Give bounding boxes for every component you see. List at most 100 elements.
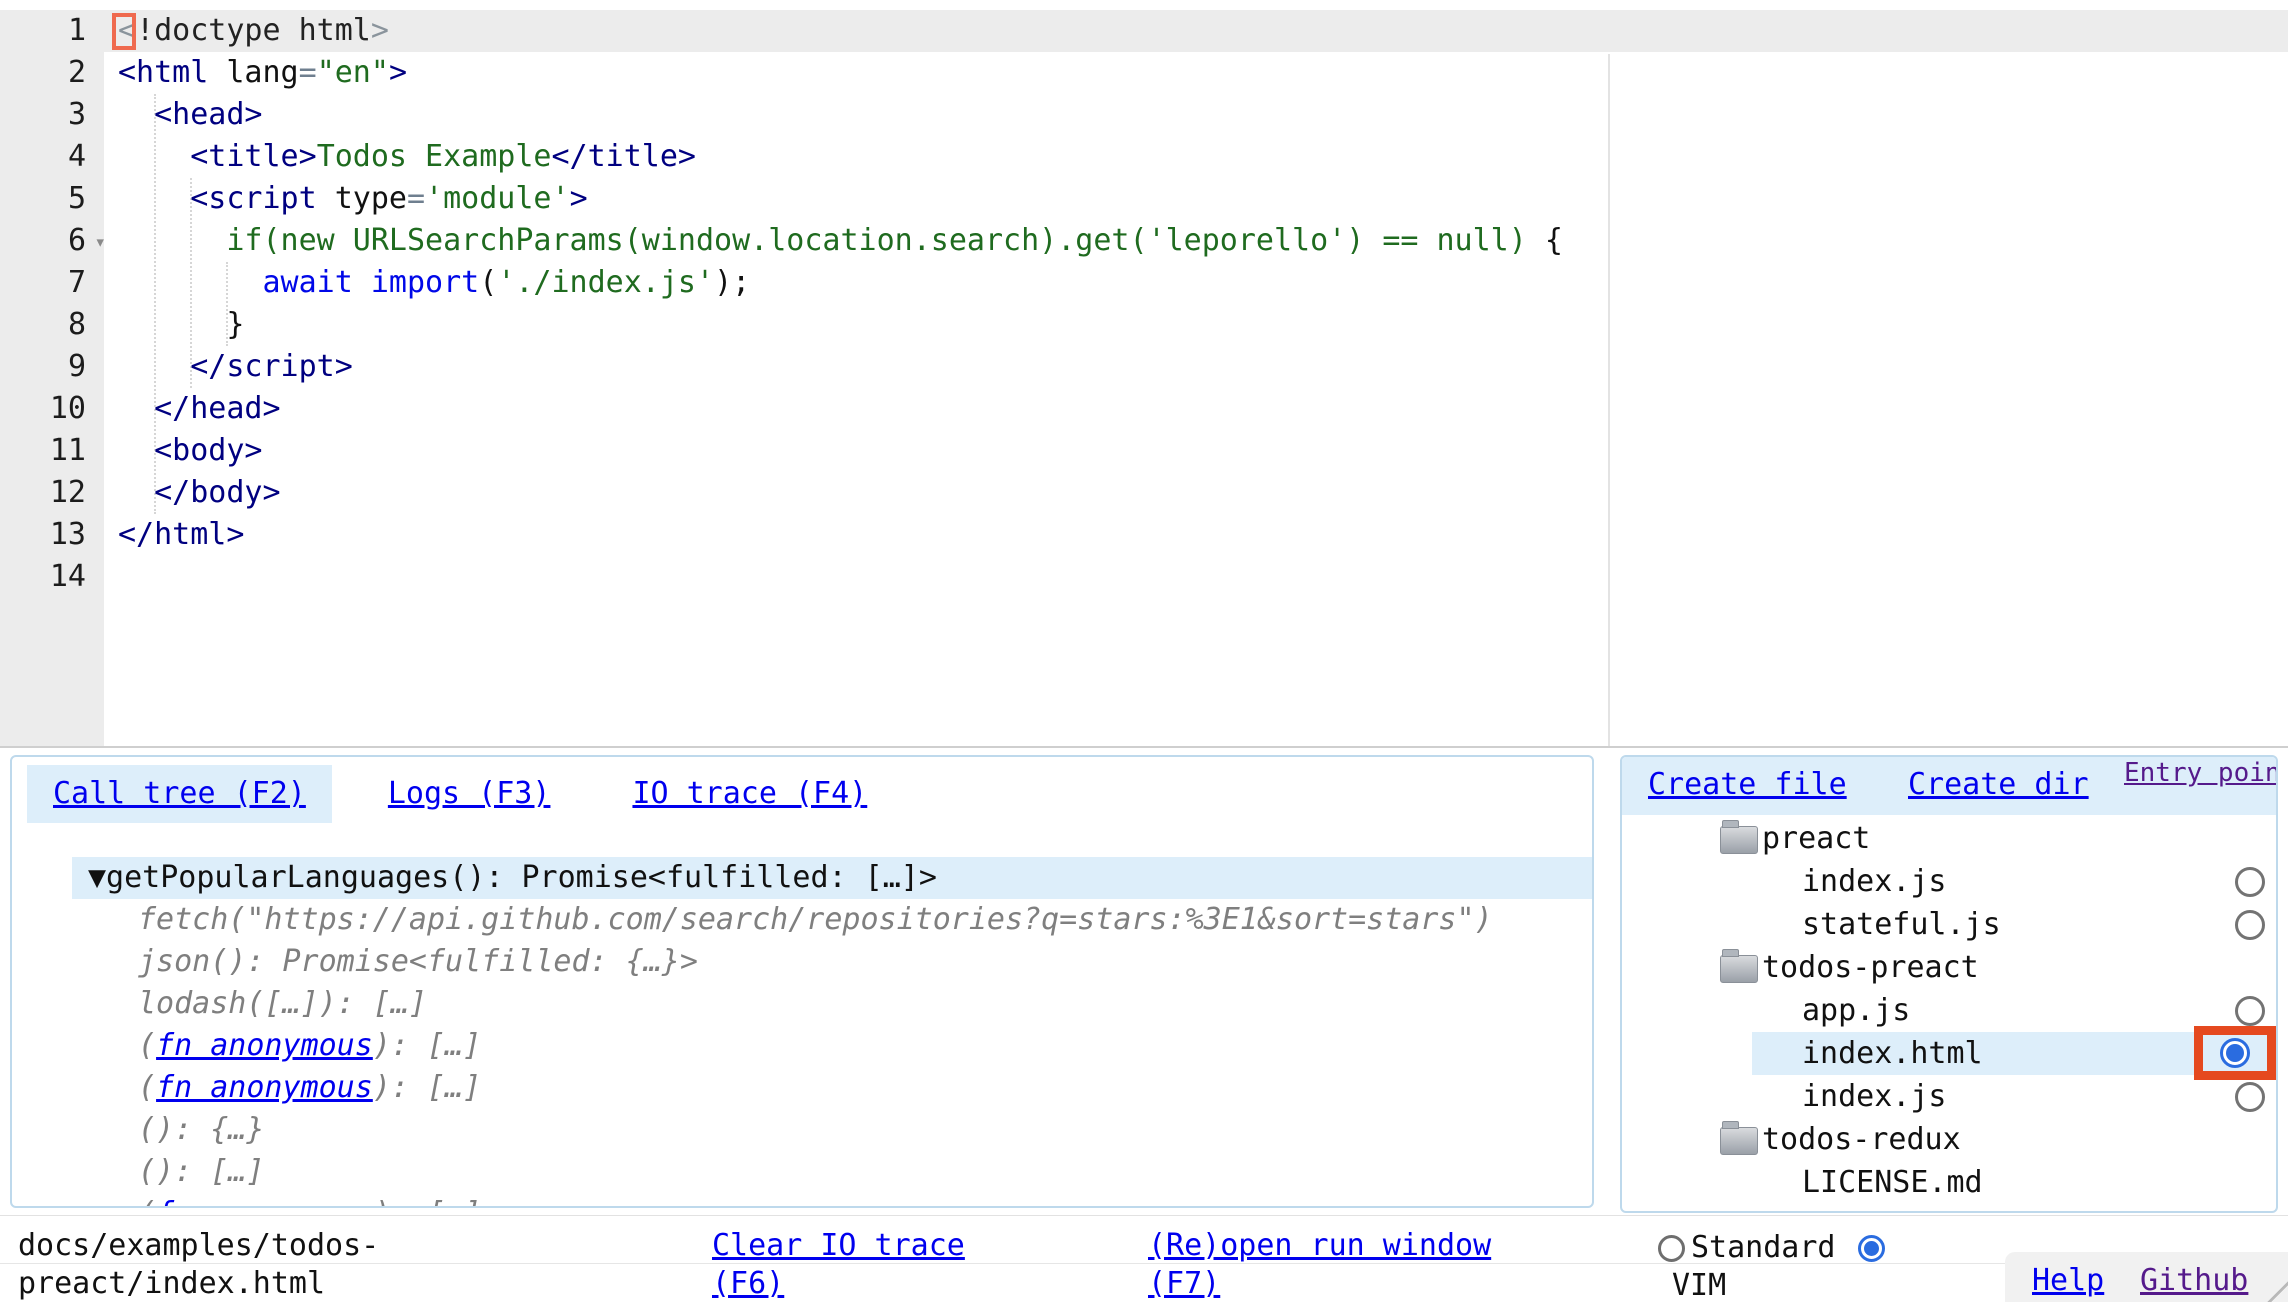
editor-mode-switch: Standard VIM: [1658, 1229, 1885, 1302]
files-panel: Create file Create dir Entry point preac…: [1620, 755, 2278, 1213]
help-link[interactable]: Help: [2032, 1262, 2104, 1300]
code-text: <html lang="en">: [104, 52, 407, 94]
code-line[interactable]: 6▾ if(new URLSearchParams(window.locatio…: [0, 220, 2288, 262]
code-line[interactable]: 1<!doctype html>: [0, 10, 2288, 52]
entry-point-radio-selected[interactable]: [2220, 1038, 2250, 1068]
dir-name: todos-preact: [1762, 946, 1979, 989]
calltree-row[interactable]: (fn anonymous): […]: [12, 1025, 1592, 1067]
code-line[interactable]: 13</html>: [0, 514, 2288, 556]
clear-io-trace-button[interactable]: Clear IO trace (F6): [712, 1227, 992, 1302]
line-number: 4: [0, 136, 104, 178]
line-number: 10: [0, 388, 104, 430]
entry-point-column-header[interactable]: Entry point: [2124, 759, 2264, 787]
tab-call-tree[interactable]: Call tree (F2): [27, 765, 332, 823]
code-text: }: [104, 304, 244, 346]
file-name: index.js: [1802, 1075, 1947, 1118]
line-number: 11: [0, 430, 104, 472]
create-dir-button[interactable]: Create dir: [1908, 767, 2089, 802]
code-line[interactable]: 14: [0, 556, 2288, 598]
file-row[interactable]: index.html: [1622, 1032, 2276, 1075]
file-name: index.html: [1802, 1032, 1983, 1075]
tab-io-trace[interactable]: IO trace (F4): [606, 765, 893, 823]
code-text: </head>: [104, 388, 281, 430]
file-row[interactable]: todos-redux: [1622, 1118, 2276, 1161]
calltree-row-text: (): {…}: [138, 1112, 264, 1147]
line-number: 6▾: [0, 220, 104, 262]
code-line[interactable]: 5 <script type='module'>: [0, 178, 2288, 220]
tab-call-tree-link[interactable]: Call tree (F2): [53, 776, 306, 811]
folder-icon: [1720, 955, 1758, 983]
calltree-row[interactable]: json(): Promise<fulfilled: {…}>: [12, 941, 1592, 983]
calltree-row[interactable]: (fn anonymous): […]: [12, 1193, 1592, 1206]
entry-point-radio[interactable]: [2235, 867, 2265, 897]
create-file-button[interactable]: Create file: [1648, 767, 1847, 802]
tab-io-trace-link[interactable]: IO trace (F4): [632, 776, 867, 811]
line-number: 7: [0, 262, 104, 304]
code-editor[interactable]: 1<!doctype html>2<html lang="en">3 <head…: [0, 0, 2288, 748]
calltree-panel: Call tree (F2) Logs (F3) IO trace (F4) ▼…: [10, 755, 1594, 1208]
file-row[interactable]: LICENSE.md: [1622, 1161, 2276, 1204]
code-line[interactable]: 10 </head>: [0, 388, 2288, 430]
file-row[interactable]: todos-preact: [1622, 946, 2276, 989]
line-number: 2: [0, 52, 104, 94]
calltree-row-text: (: [138, 1028, 156, 1063]
code-text: <script type='module'>: [104, 178, 588, 220]
line-number: 8: [0, 304, 104, 346]
code-line[interactable]: 8 }: [0, 304, 2288, 346]
calltree-row[interactable]: fetch("https://api.github.com/search/rep…: [12, 899, 1592, 941]
calltree-row[interactable]: (): […]: [12, 1151, 1592, 1193]
fn-anonymous-link[interactable]: fn anonymous: [156, 1028, 373, 1063]
code-line[interactable]: 9 </script>: [0, 346, 2288, 388]
code-line[interactable]: 4 <title>Todos Example</title>: [0, 136, 2288, 178]
calltree-row-text: ): […]: [373, 1196, 481, 1206]
calltree-row-text: ): […]: [373, 1070, 481, 1105]
files-panel-header: Create file Create dir Entry point: [1622, 757, 2276, 815]
fn-anonymous-link[interactable]: fn anonymous: [156, 1196, 373, 1206]
calltree-row-text: (): […]: [138, 1154, 264, 1189]
calltree-row[interactable]: lodash([…]): […]: [12, 983, 1592, 1025]
calltree-row[interactable]: (fn anonymous): […]: [12, 1067, 1592, 1109]
calltree-row-text: ▼getPopularLanguages(): Promise<fulfille…: [88, 860, 937, 895]
line-number: 12: [0, 472, 104, 514]
file-row[interactable]: stateful.js: [1622, 903, 2276, 946]
code-line[interactable]: 11 <body>: [0, 430, 2288, 472]
tab-logs-link[interactable]: Logs (F3): [388, 776, 551, 811]
entry-point-selection-box: [2194, 1026, 2276, 1080]
status-bar: docs/examples/todos-preact/index.html Cl…: [0, 1215, 2288, 1302]
file-row[interactable]: index.js: [1622, 860, 2276, 903]
fold-arrow-icon[interactable]: ▾: [95, 221, 106, 263]
reopen-run-window-button[interactable]: (Re)open run window (F7): [1148, 1227, 1528, 1302]
entry-point-radio[interactable]: [2235, 910, 2265, 940]
line-number: 13: [0, 514, 104, 556]
standard-mode-label[interactable]: Standard: [1691, 1229, 1836, 1267]
code-line[interactable]: 3 <head>: [0, 94, 2288, 136]
calltree-row[interactable]: (): {…}: [12, 1109, 1592, 1151]
calltree-row-text: (: [138, 1070, 156, 1105]
vim-mode-label[interactable]: VIM: [1658, 1267, 1885, 1302]
standard-mode-radio[interactable]: [1658, 1235, 1685, 1262]
tab-logs[interactable]: Logs (F3): [362, 765, 577, 823]
file-row[interactable]: preact: [1622, 817, 2276, 860]
code-text: </script>: [104, 346, 353, 388]
file-tree: preactindex.jsstateful.jstodos-preactapp…: [1622, 817, 2276, 1211]
entry-point-radio[interactable]: [2235, 996, 2265, 1026]
github-link[interactable]: Github: [2140, 1262, 2248, 1300]
code-line[interactable]: 2<html lang="en">: [0, 52, 2288, 94]
code-text: <body>: [104, 430, 263, 472]
entry-point-radio[interactable]: [2235, 1082, 2265, 1112]
file-name: LICENSE.md: [1802, 1161, 1983, 1204]
file-name: index.js: [1802, 860, 1947, 903]
vim-mode-radio[interactable]: [1858, 1235, 1885, 1262]
dir-name: todos-redux: [1762, 1118, 1961, 1161]
calltree-row[interactable]: ▼getPopularLanguages(): Promise<fulfille…: [12, 857, 1592, 899]
calltree-row-text: ): […]: [373, 1028, 481, 1063]
fn-anonymous-link[interactable]: fn anonymous: [156, 1070, 373, 1105]
code-text: <!doctype html>: [104, 10, 389, 52]
folder-icon: [1720, 1127, 1758, 1155]
code-text: <title>Todos Example</title>: [104, 136, 696, 178]
code-line[interactable]: 12 </body>: [0, 472, 2288, 514]
code-line[interactable]: 7 await import('./index.js');: [0, 262, 2288, 304]
file-row[interactable]: index.js: [1622, 1075, 2276, 1118]
file-row[interactable]: app.js: [1622, 989, 2276, 1032]
line-number: 5: [0, 178, 104, 220]
